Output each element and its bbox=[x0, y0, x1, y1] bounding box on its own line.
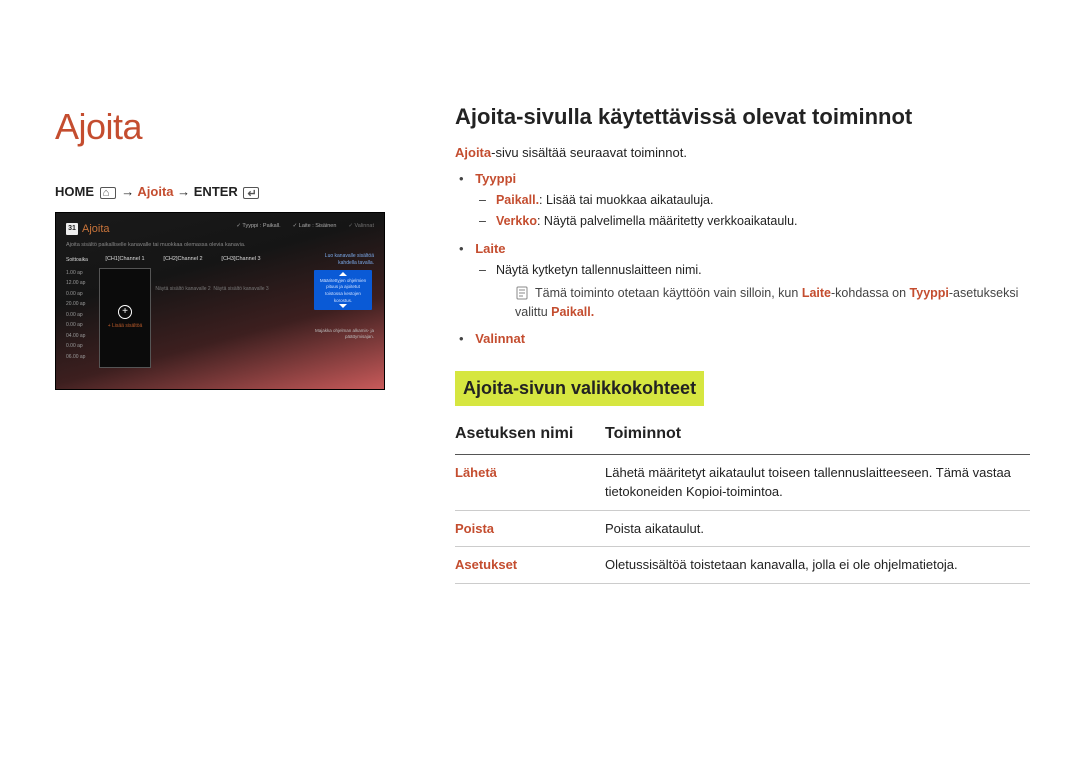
screenshot-preview: 31 Ajoita Tyyppi : Paikall. Laite : Sisä… bbox=[55, 212, 385, 390]
options-table: Asetuksen nimi Toiminnot Lähetä Lähetä m… bbox=[455, 416, 1030, 584]
screenshot-title: Ajoita bbox=[82, 221, 110, 238]
breadcrumb: HOME → Ajoita → ENTER bbox=[55, 182, 395, 202]
th-name: Asetuksen nimi bbox=[455, 416, 605, 455]
breadcrumb-enter: ENTER bbox=[194, 184, 238, 199]
shot-desc: Ajoita sisältö paikalliselle kanavalle t… bbox=[66, 241, 374, 249]
th-func: Toiminnot bbox=[605, 416, 1030, 455]
table-row: Lähetä Lähetä määritetyt aikataulut tois… bbox=[455, 454, 1030, 510]
enter-icon bbox=[243, 187, 259, 199]
page-title: Ajoita bbox=[55, 100, 395, 154]
feature-valinnat: Valinnat bbox=[473, 329, 1030, 349]
home-icon bbox=[100, 187, 116, 199]
shot-options: Valinnat bbox=[348, 222, 374, 230]
table-row: Asetukset Oletussisältöä toistetaan kana… bbox=[455, 547, 1030, 584]
intro-text: Ajoita-sivu sisältää seuraavat toiminnot… bbox=[455, 143, 1030, 163]
note-icon bbox=[515, 286, 529, 300]
feature-laite: Laite Näytä kytketyn tallennuslaitteen n… bbox=[473, 239, 1030, 322]
subheading: Ajoita-sivun valikkokohteet bbox=[455, 371, 704, 406]
channel1-card: + + Lisää sisältöä bbox=[99, 268, 151, 368]
feature-tyyppi: Tyyppi Paikall.: Lisää tai muokkaa aikat… bbox=[473, 169, 1030, 231]
breadcrumb-mid: Ajoita bbox=[137, 184, 173, 199]
breadcrumb-home: HOME bbox=[55, 184, 94, 199]
table-row: Poista Poista aikataulut. bbox=[455, 510, 1030, 547]
blue-info-box: Määritettyjen ohjelmien pituus ja ajoite… bbox=[314, 270, 372, 310]
shot-device: Laite : Sisäinen bbox=[293, 222, 337, 230]
calendar-icon: 31 bbox=[66, 223, 78, 235]
feature-note: Tämä toiminto otetaan käyttöön vain sill… bbox=[473, 284, 1030, 322]
plus-icon: + bbox=[118, 305, 132, 319]
shot-type: Tyyppi : Paikall. bbox=[236, 222, 280, 230]
section-heading: Ajoita-sivulla käytettävissä olevat toim… bbox=[455, 100, 1030, 133]
